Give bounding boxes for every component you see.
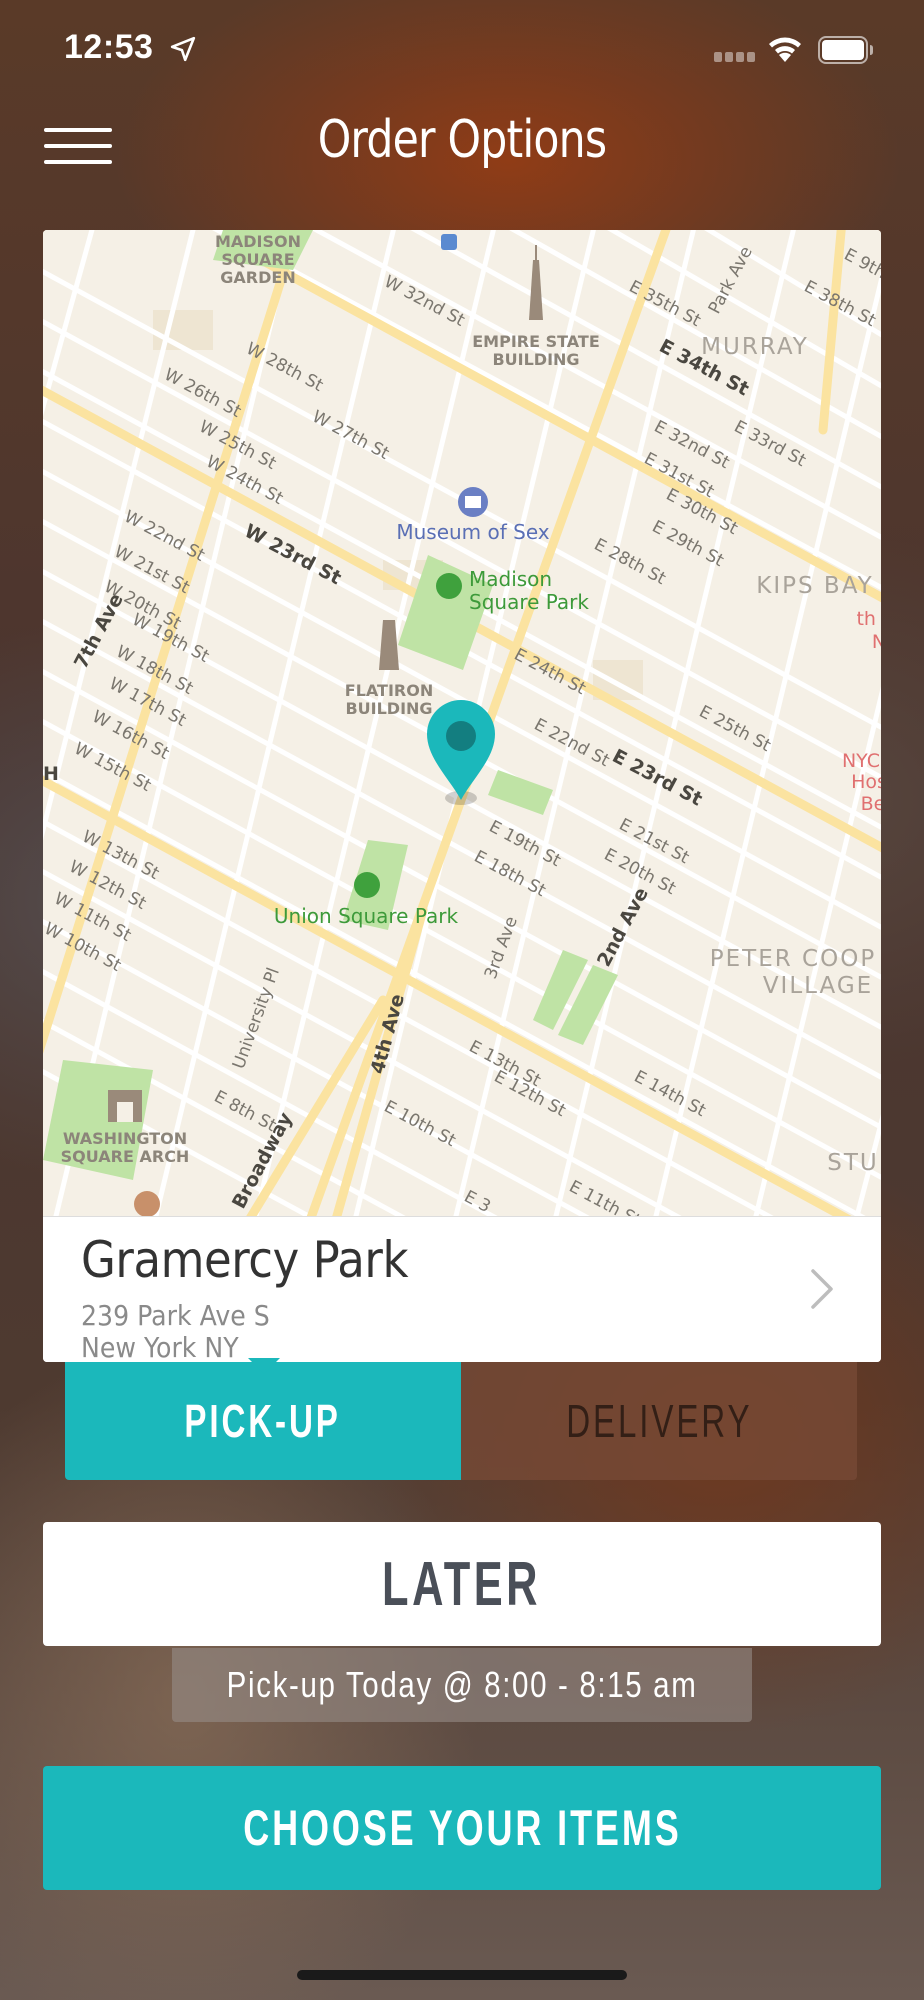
- choose-items-label: CHOOSE YOUR ITEMS: [242, 1800, 682, 1856]
- location-name: Gramercy Park: [81, 1231, 409, 1289]
- location-arrow-icon: [170, 36, 196, 62]
- selection-pointer: [248, 1358, 280, 1374]
- wifi-icon: [769, 37, 801, 62]
- header: Order Options: [0, 100, 924, 220]
- map-label-madison-park: Madison: [469, 567, 552, 591]
- svg-text:BUILDING: BUILDING: [345, 699, 432, 718]
- map-label-arch: WASHINGTON: [63, 1129, 187, 1148]
- location-address-line2: New York NY: [81, 1331, 239, 1362]
- svg-text:BUILDING: BUILDING: [492, 350, 579, 369]
- page-title: Order Options: [317, 110, 607, 170]
- map-label-kips-bay: KIPS BAY: [756, 573, 873, 599]
- map-label-museum: Museum of Sex: [396, 520, 549, 544]
- map-label-murray: MURRAY: [701, 334, 809, 360]
- battery-icon: [818, 36, 873, 64]
- chevron-right-icon: [811, 1269, 833, 1309]
- map-label-flatiron: FLATIRON: [345, 681, 433, 700]
- svg-text:GARDEN: GARDEN: [220, 268, 295, 287]
- svg-text:H: H: [43, 763, 59, 785]
- map-label-peter-cooper: PETER COOP: [710, 946, 876, 972]
- location-address-line1: 239 Park Ave S: [81, 1299, 270, 1332]
- order-type-segmented-control: PICK-UP DELIVERY: [65, 1362, 857, 1480]
- arch-icon: [108, 1090, 142, 1122]
- park-tree-icon: [436, 573, 462, 599]
- pickup-time-text: Pick-up Today @ 8:00 - 8:15 am: [226, 1664, 698, 1705]
- later-button-label: LATER: [382, 1549, 542, 1619]
- svg-text:SQUARE: SQUARE: [221, 250, 294, 269]
- location-info-row[interactable]: Gramercy Park 239 Park Ave S New York NY: [43, 1216, 881, 1362]
- location-card: MADISON SQUARE GARDEN EMPIRE STATE BUILD…: [43, 230, 881, 1362]
- map-label-msg: MADISON: [215, 232, 301, 251]
- status-bar: 12:53: [0, 0, 924, 100]
- map-label-nyc-hospital: NYC: [842, 750, 880, 772]
- svg-text:SQUARE ARCH: SQUARE ARCH: [61, 1147, 190, 1166]
- pickup-option[interactable]: PICK-UP: [65, 1362, 461, 1480]
- svg-text:Be: Be: [861, 793, 881, 815]
- map-label-stu: STU: [827, 1150, 878, 1176]
- map-label-empire-state: EMPIRE STATE: [472, 332, 600, 351]
- park-tree-icon: [354, 872, 380, 898]
- svg-text:th St: th St: [856, 608, 881, 630]
- svg-text:Square Park: Square Park: [469, 590, 589, 614]
- map-label-union-square: Union Square Park: [274, 904, 459, 928]
- later-button[interactable]: LATER: [43, 1522, 881, 1646]
- delivery-option[interactable]: DELIVERY: [461, 1362, 857, 1480]
- pickup-option-label: PICK-UP: [184, 1395, 342, 1447]
- status-time: 12:53: [64, 28, 154, 66]
- svg-text:N: N: [872, 631, 881, 653]
- svg-text:VILLAGE: VILLAGE: [763, 973, 873, 999]
- svg-text:Hos: Hos: [851, 771, 881, 793]
- map-view[interactable]: MADISON SQUARE GARDEN EMPIRE STATE BUILD…: [43, 230, 881, 1216]
- cellular-signal-icon: [714, 52, 755, 62]
- choose-items-button[interactable]: CHOOSE YOUR ITEMS: [43, 1766, 881, 1890]
- pickup-time-badge: Pick-up Today @ 8:00 - 8:15 am: [172, 1648, 752, 1722]
- home-indicator: [297, 1970, 627, 1980]
- delivery-option-label: DELIVERY: [565, 1395, 753, 1447]
